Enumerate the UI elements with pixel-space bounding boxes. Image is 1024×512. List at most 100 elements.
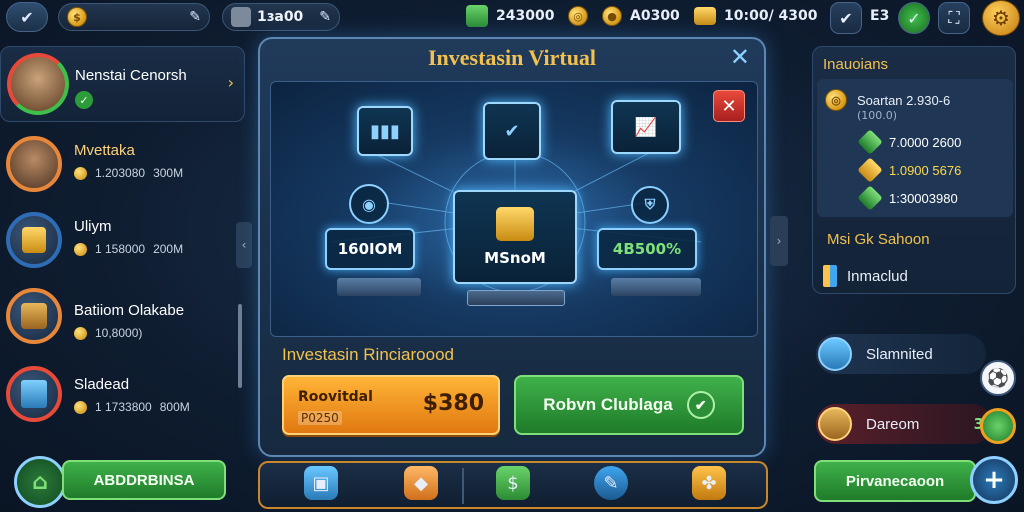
- chevron-right-icon[interactable]: ›: [228, 73, 234, 92]
- document-icon: [823, 265, 837, 287]
- verified-badge: ✓: [75, 91, 93, 109]
- shield-icon: ⛨: [644, 197, 656, 213]
- modal-title: Investasin Virtual: [427, 45, 597, 70]
- right-action-button[interactable]: Pirvanecaoon: [814, 460, 976, 502]
- coin-icon: ◎: [825, 89, 847, 111]
- list-avatar[interactable]: [6, 288, 62, 344]
- green-gem-icon: [857, 185, 883, 211]
- player-level-pill[interactable]: 1ɜa00 ✎: [222, 3, 340, 31]
- bar-chart-icon: ▮▮▮: [370, 120, 400, 142]
- tab-tools[interactable]: ✎: [594, 466, 628, 500]
- tab-shop[interactable]: ▣: [304, 466, 338, 500]
- bag-icon: ◆: [414, 472, 428, 494]
- chart-monitor-left: ▮▮▮: [357, 106, 413, 156]
- home-icon: ⌂: [32, 469, 48, 495]
- box-icon: [21, 303, 47, 329]
- back-button[interactable]: ✔: [6, 2, 48, 32]
- edit-icon[interactable]: ✎: [189, 9, 201, 25]
- player-avatar: [7, 53, 69, 115]
- chart-monitor-right: 📈: [611, 100, 681, 154]
- confirm-button-label: Robvn Clublaga: [543, 395, 673, 414]
- left-action-button[interactable]: ABDDRBINSA: [62, 460, 226, 500]
- edit-icon[interactable]: ✎: [319, 9, 331, 25]
- add-button[interactable]: +: [970, 456, 1018, 504]
- home-button[interactable]: ⌂: [14, 456, 66, 508]
- info-link[interactable]: Inmaclud: [823, 265, 908, 287]
- fullscreen-icon: ⛶: [948, 8, 960, 27]
- list-item-stats: 10,8000): [74, 326, 150, 340]
- left-collapse-arrow[interactable]: ‹: [236, 222, 252, 268]
- player-list: Mvettaka 1.203080 300M Uliym 1 158000 20…: [0, 128, 245, 458]
- coin-icon: [74, 326, 87, 340]
- chevron-down-icon: ✔: [20, 7, 34, 27]
- buy-button-label: Roovitdal: [298, 389, 373, 405]
- gold-counter: ◎ ● A0300: [568, 3, 680, 29]
- list-avatar[interactable]: [6, 366, 62, 422]
- info-panel-title: Inauoians: [823, 56, 889, 73]
- list-scrollbar[interactable]: [238, 304, 242, 388]
- investment-illustration: ▮▮▮ ✔ 📈 ◉ ⛨ 160IOM 4B500% MSnoM ✕: [270, 81, 758, 337]
- settings-button[interactable]: ⚙: [982, 0, 1020, 36]
- crate-icon: [818, 407, 852, 441]
- investment-modal: Investasin Virtual ✕ ▮▮▮ ✔ 📈 ◉ ⛨ 160IOM …: [258, 37, 766, 457]
- shield-button[interactable]: ✔: [830, 2, 862, 34]
- gold-bars-icon: [694, 7, 716, 25]
- cash-counter: 243000: [466, 3, 554, 29]
- player-card[interactable]: Nenstai Cenorsh ✓ ›: [0, 46, 245, 122]
- side-action-slamnited[interactable]: Slamnited: [816, 334, 986, 374]
- tab-cash[interactable]: $: [496, 466, 530, 500]
- gold-value: A0300: [630, 8, 680, 24]
- chart-monitor-center: ✔: [483, 102, 541, 160]
- globe-icon: ✓: [907, 8, 921, 28]
- close-red-button[interactable]: ✕: [713, 90, 745, 122]
- tab-network[interactable]: ✤: [692, 466, 726, 500]
- info-row: 1.0900 5676: [857, 157, 961, 183]
- list-item-name: Uliym: [74, 218, 112, 235]
- green-gem-icon: [857, 129, 883, 155]
- plus-icon: +: [983, 465, 1005, 495]
- info-row: 7.0000 2600: [857, 129, 961, 155]
- info-panel: Inauoians ◎ Soartan 2.930-6 (100.0) 7.00…: [812, 46, 1016, 294]
- monitor-stand-right: [611, 278, 701, 296]
- info-row: ◎ Soartan 2.930-6: [825, 89, 950, 111]
- fullscreen-button[interactable]: ⛶: [938, 2, 970, 34]
- keyboard: [467, 290, 565, 306]
- list-avatar[interactable]: [6, 212, 62, 268]
- soccer-button[interactable]: ⚽: [980, 360, 1016, 396]
- list-item-stats: 1 158000 200M: [74, 242, 183, 256]
- globe-button[interactable]: ✓: [898, 2, 930, 34]
- avatar-icon: [231, 7, 251, 27]
- wrench-icon: ✎: [603, 472, 619, 494]
- building-icon: [21, 380, 47, 408]
- coin-icon: $: [67, 7, 87, 27]
- tab-market[interactable]: ◆: [404, 466, 438, 500]
- coin-icon: [74, 166, 87, 180]
- ball-icon: ⚽: [986, 367, 1010, 389]
- box-icon: ▣: [312, 472, 330, 494]
- buy-button[interactable]: Roovitdal P0250 $380: [282, 375, 500, 435]
- gold-gem-icon: [857, 157, 883, 183]
- right-stat-box: 4B500%: [597, 228, 697, 270]
- shield-badge-left: ◉: [349, 184, 389, 224]
- info-row: 1:30003980: [857, 185, 958, 211]
- cube-icon: [818, 337, 852, 371]
- player-level: 1ɜa00: [257, 9, 304, 25]
- network-icon: ✤: [701, 472, 717, 494]
- right-expand-arrow[interactable]: ›: [770, 216, 788, 266]
- gear-icon: ⚙: [992, 6, 1010, 30]
- confirm-button[interactable]: Robvn Clublaga ✔: [514, 375, 744, 435]
- info-footer-label: Msi Gk Sahoon: [827, 231, 930, 248]
- player-name: Nenstai Cenorsh: [75, 67, 187, 84]
- list-avatar[interactable]: [6, 136, 62, 192]
- close-icon: ✕: [721, 95, 737, 117]
- tab-divider: [462, 468, 464, 504]
- badge-count: E3: [870, 8, 890, 24]
- close-icon[interactable]: ✕: [730, 43, 750, 71]
- orb-button[interactable]: [980, 408, 1016, 444]
- check-shield-icon: ✔: [504, 120, 520, 142]
- search-bar[interactable]: $ ✎: [58, 3, 210, 31]
- check-icon: ✔: [686, 391, 715, 419]
- cash-icon: [466, 5, 488, 27]
- side-action-dareom[interactable]: Dareom 3: [816, 404, 992, 444]
- list-item-name: Mvettaka: [74, 142, 135, 159]
